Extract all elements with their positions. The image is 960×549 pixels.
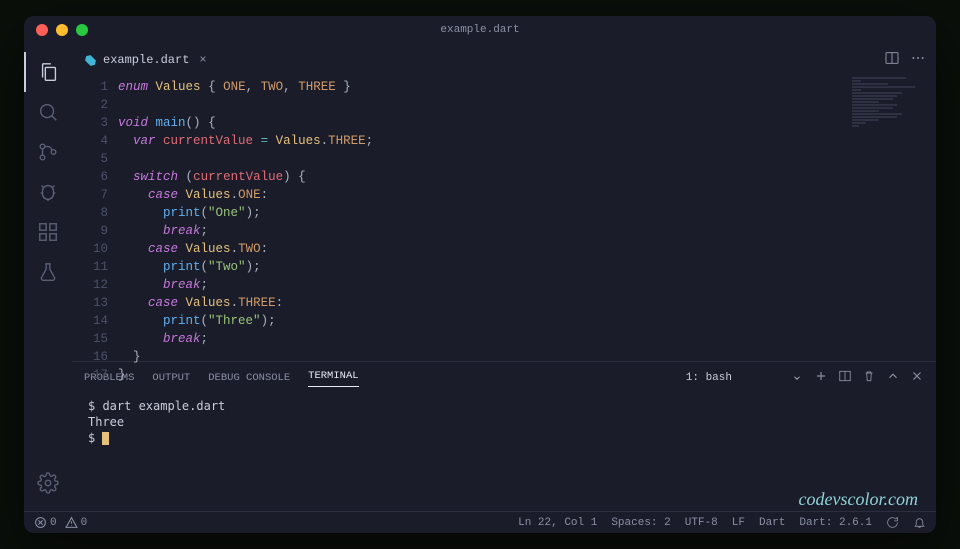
close-tab-icon[interactable]: × — [199, 53, 206, 67]
titlebar: example.dart — [24, 16, 936, 44]
status-encoding[interactable]: UTF-8 — [685, 517, 718, 529]
line-gutter: 1234567891011121314151617 — [72, 76, 118, 361]
status-bar: 0 0 Ln 22, Col 1 Spaces: 2 UTF-8 LF Dart… — [24, 511, 936, 533]
status-warnings[interactable]: 0 — [65, 516, 88, 529]
editor[interactable]: 1234567891011121314151617 enum Values { … — [72, 76, 936, 361]
source-control-icon[interactable] — [24, 132, 72, 172]
status-errors[interactable]: 0 — [34, 516, 57, 529]
status-cursor-pos[interactable]: Ln 22, Col 1 — [518, 517, 597, 529]
maximize-window-button[interactable] — [76, 24, 88, 36]
debug-icon[interactable] — [24, 172, 72, 212]
status-feedback-icon[interactable] — [886, 516, 899, 529]
status-indent[interactable]: Spaces: 2 — [611, 517, 670, 529]
tab-bar: example.dart × — [72, 44, 936, 76]
close-window-button[interactable] — [36, 24, 48, 36]
tab-label: example.dart — [103, 53, 189, 67]
terminal-content[interactable]: $ dart example.dart Three $ codevscolor.… — [72, 394, 936, 511]
terminal-cursor — [102, 432, 109, 445]
terminal-line: $ dart example.dart — [88, 398, 920, 414]
watermark: codevscolor.com — [799, 491, 918, 507]
code-area[interactable]: enum Values { ONE, TWO, THREE } void mai… — [118, 76, 936, 361]
tab-example-dart[interactable]: example.dart × — [72, 44, 219, 76]
test-icon[interactable] — [24, 252, 72, 292]
settings-gear-icon[interactable] — [24, 463, 72, 503]
minimap[interactable] — [846, 76, 936, 361]
status-eol[interactable]: LF — [732, 517, 745, 529]
terminal-line: Three — [88, 414, 920, 430]
traffic-lights — [36, 24, 88, 36]
warning-icon — [65, 516, 78, 529]
window-title: example.dart — [440, 24, 519, 36]
status-bell-icon[interactable] — [913, 516, 926, 529]
vscode-window: example.dart — [24, 16, 936, 533]
split-editor-icon[interactable] — [884, 50, 900, 70]
terminal-line: $ — [88, 430, 920, 446]
main-area: example.dart × 1234567891011121314151617… — [72, 44, 936, 511]
minimize-window-button[interactable] — [56, 24, 68, 36]
status-language[interactable]: Dart — [759, 517, 785, 529]
status-sdk[interactable]: Dart: 2.6.1 — [799, 517, 872, 529]
activity-bar — [24, 44, 72, 511]
search-icon[interactable] — [24, 92, 72, 132]
error-icon — [34, 516, 47, 529]
explorer-icon[interactable] — [24, 52, 72, 92]
extensions-icon[interactable] — [24, 212, 72, 252]
main-body: example.dart × 1234567891011121314151617… — [24, 44, 936, 511]
dart-file-icon — [84, 54, 97, 67]
more-actions-icon[interactable] — [910, 50, 926, 70]
